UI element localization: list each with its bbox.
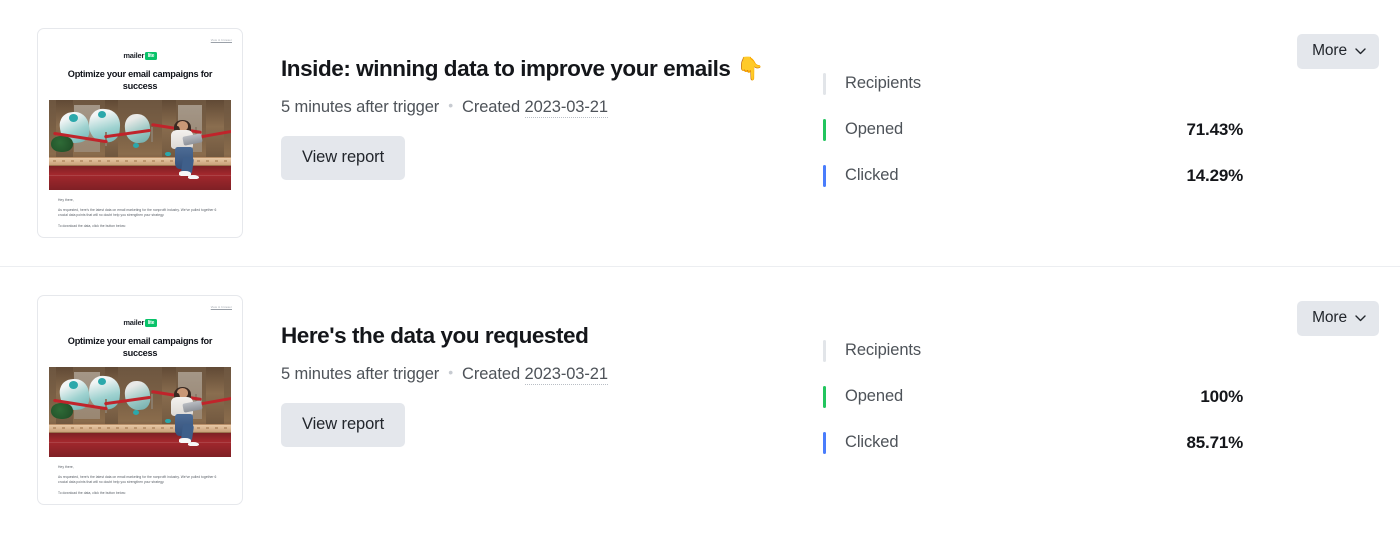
stat-label: Clicked (845, 166, 899, 184)
thumbnail-logo-badge: lite (145, 51, 157, 60)
thumbnail-view-in-browser-link: View in browser (210, 306, 232, 309)
meta-separator-dot: • (448, 364, 454, 381)
stat-label: Opened (845, 387, 904, 405)
stat-value: 100% (1200, 386, 1243, 406)
campaign-title-text: Inside: winning data to improve your ema… (281, 56, 731, 81)
campaign-title: Inside: winning data to improve your ema… (281, 55, 811, 83)
thumbnail-content: View in browser mailer lite Optimize your… (38, 296, 242, 504)
campaign-row: View in browser mailer lite Optimize your… (0, 0, 1400, 266)
email-preview-thumbnail[interactable]: View in browser mailer lite Optimize your… (37, 28, 243, 238)
stat-row-clicked: Clicked 85.71% (823, 429, 1243, 456)
stat-label: Recipients (845, 341, 922, 359)
thumbnail-cta-text: To download the data, click the button b… (58, 223, 126, 228)
stat-color-bar (823, 339, 826, 362)
campaign-created-label: Created (462, 98, 521, 117)
more-button-label: More (1312, 42, 1347, 59)
stat-value: 14.29% (1186, 165, 1244, 185)
campaign-schedule: 5 minutes after trigger (281, 98, 440, 117)
campaign-created-date[interactable]: 2023-03-21 (524, 98, 608, 119)
campaign-created-date[interactable]: 2023-03-21 (524, 365, 608, 386)
view-report-button[interactable]: View report (281, 403, 406, 448)
thumbnail-heading: Optimize your email campaigns for succes… (67, 336, 213, 358)
view-report-button[interactable]: View report (281, 136, 406, 181)
stat-value: 71.43% (1186, 119, 1244, 139)
stat-label: Opened (845, 120, 904, 138)
thumbnail-logo-text: mailer (123, 318, 145, 327)
thumbnail-hero-image (49, 366, 231, 457)
pointing-down-icon: 👇 (736, 56, 764, 82)
campaign-info: Here's the data you requested 5 minutes … (281, 295, 811, 448)
campaign-stats: Recipients Opened 100% Clicked 85.71% (823, 295, 1243, 456)
stat-label: Recipients (845, 74, 922, 92)
chevron-down-icon (1355, 47, 1366, 54)
thumbnail-heading: Optimize your email campaigns for succes… (67, 69, 213, 91)
thumbnail-view-in-browser-link: View in browser (210, 39, 232, 42)
thumbnail-logo-badge: lite (145, 318, 157, 327)
campaign-row: View in browser mailer lite Optimize your… (0, 266, 1400, 533)
thumbnail-hero-image (49, 99, 231, 190)
stat-color-bar (823, 164, 826, 187)
thumbnail-content: View in browser mailer lite Optimize your… (38, 29, 242, 237)
thumbnail-logo-text: mailer (123, 51, 145, 60)
thumbnail-cta-text: To download the data, click the button b… (58, 490, 126, 495)
campaign-schedule: 5 minutes after trigger (281, 365, 440, 384)
stat-color-bar (823, 431, 826, 454)
campaign-title: Here's the data you requested (281, 322, 811, 350)
campaign-title-text: Here's the data you requested (281, 323, 589, 348)
chevron-down-icon (1355, 314, 1366, 321)
stat-value: 85.71% (1186, 432, 1244, 452)
thumbnail-brand-logo: mailer lite (48, 51, 232, 60)
more-button[interactable]: More (1297, 34, 1379, 69)
thumbnail-greeting: Hey there, (58, 464, 74, 469)
stat-row-recipients: Recipients (823, 70, 1243, 97)
stat-color-bar (823, 72, 826, 95)
campaign-info: Inside: winning data to improve your ema… (281, 28, 811, 181)
email-preview-thumbnail[interactable]: View in browser mailer lite Optimize your… (37, 295, 243, 505)
more-button[interactable]: More (1297, 301, 1379, 336)
thumbnail-brand-logo: mailer lite (48, 318, 232, 327)
meta-separator-dot: • (448, 97, 454, 114)
campaign-created-label: Created (462, 365, 521, 384)
stat-row-clicked: Clicked 14.29% (823, 162, 1243, 189)
stat-row-recipients: Recipients (823, 337, 1243, 364)
stat-row-opened: Opened 100% (823, 383, 1243, 410)
campaign-meta: 5 minutes after trigger • Created 2023-03-… (281, 364, 811, 386)
more-button-label: More (1312, 309, 1347, 326)
thumbnail-body: Hey there, As requested, here's the late… (48, 457, 232, 497)
stat-color-bar (823, 385, 826, 408)
thumbnail-greeting: Hey there, (58, 197, 74, 202)
stat-color-bar (823, 118, 826, 141)
stat-label: Clicked (845, 433, 899, 451)
campaign-list: View in browser mailer lite Optimize your… (0, 0, 1400, 533)
campaign-stats: Recipients Opened 71.43% Clicked 14.29% (823, 28, 1243, 189)
thumbnail-paragraph: As requested, here's the latest data on … (58, 207, 217, 218)
campaign-meta: 5 minutes after trigger • Created 2023-03-… (281, 97, 811, 119)
thumbnail-body: Hey there, As requested, here's the late… (48, 190, 232, 230)
thumbnail-paragraph: As requested, here's the latest data on … (58, 474, 217, 485)
stat-row-opened: Opened 71.43% (823, 116, 1243, 143)
